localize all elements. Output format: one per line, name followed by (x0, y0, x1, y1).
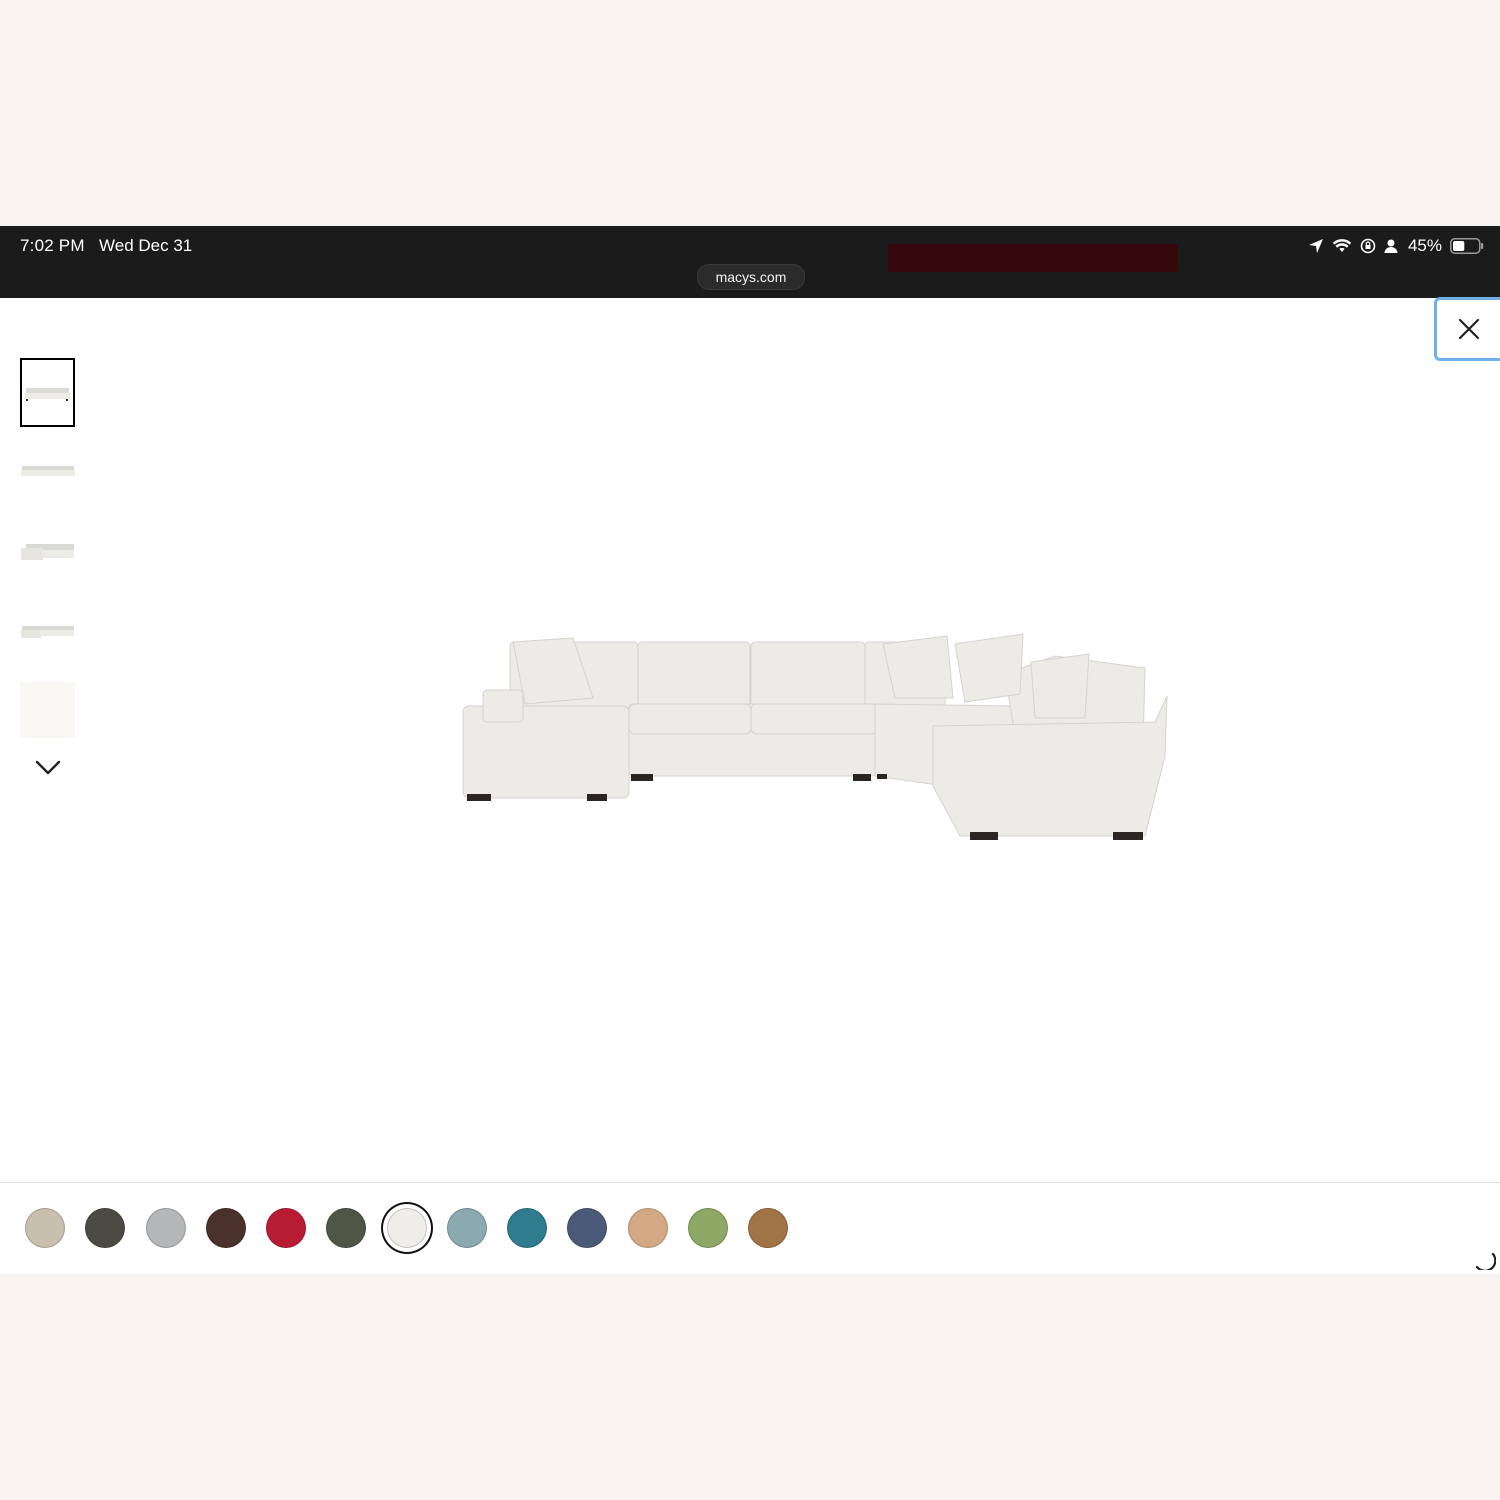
location-arrow-icon (1308, 239, 1323, 253)
color-swatch-4[interactable] (205, 1208, 246, 1248)
status-icons: 45% (1308, 234, 1484, 258)
redacted-banner (888, 244, 1178, 272)
spinner-icon (1475, 1252, 1496, 1270)
person-icon (1384, 239, 1398, 253)
thumbnail-5[interactable] (20, 682, 75, 738)
divider (0, 1182, 1500, 1183)
color-swatch-13[interactable] (748, 1208, 788, 1248)
battery-icon (1450, 238, 1484, 254)
thumbnail-1[interactable] (20, 358, 75, 427)
thumbnail-sofa-image (21, 466, 75, 476)
color-swatch-11[interactable] (627, 1208, 668, 1248)
product-image-sofa (462, 633, 1168, 840)
thumbnail-4[interactable] (20, 604, 75, 660)
screen: 7:02 PM Wed Dec 31 macys.com 45% (0, 226, 1500, 1274)
url-bar[interactable]: macys.com (697, 264, 805, 290)
color-swatch-7[interactable] (386, 1208, 427, 1248)
color-swatch-10[interactable] (567, 1208, 608, 1248)
chevron-down-icon[interactable] (34, 756, 62, 778)
thumbnail-sofa-image (21, 544, 74, 560)
orientation-lock-icon (1360, 238, 1376, 254)
status-date: Wed Dec 31 (99, 236, 193, 255)
thumbnail-2[interactable] (20, 444, 75, 500)
color-swatch-12[interactable] (687, 1208, 728, 1248)
battery-percent: 45% (1407, 236, 1442, 255)
status-time: 7:02 PM (20, 236, 85, 255)
color-swatch-1[interactable] (25, 1208, 65, 1248)
close-button[interactable] (1434, 297, 1500, 361)
color-swatch-8[interactable] (446, 1208, 487, 1248)
close-icon (1458, 318, 1479, 340)
color-swatch-2[interactable] (85, 1208, 126, 1248)
color-swatch-6[interactable] (326, 1208, 367, 1248)
status-bar: 7:02 PM Wed Dec 31 macys.com 45% (0, 226, 1500, 298)
thumbnail-sofa-image (25, 388, 70, 401)
color-swatch-3[interactable] (145, 1208, 186, 1248)
color-swatch-9[interactable] (507, 1208, 547, 1248)
thumbnail-sofa-image (21, 626, 74, 638)
color-swatch-5[interactable] (266, 1208, 306, 1248)
thumbnail-3[interactable] (20, 524, 75, 580)
wifi-icon (1332, 239, 1352, 252)
